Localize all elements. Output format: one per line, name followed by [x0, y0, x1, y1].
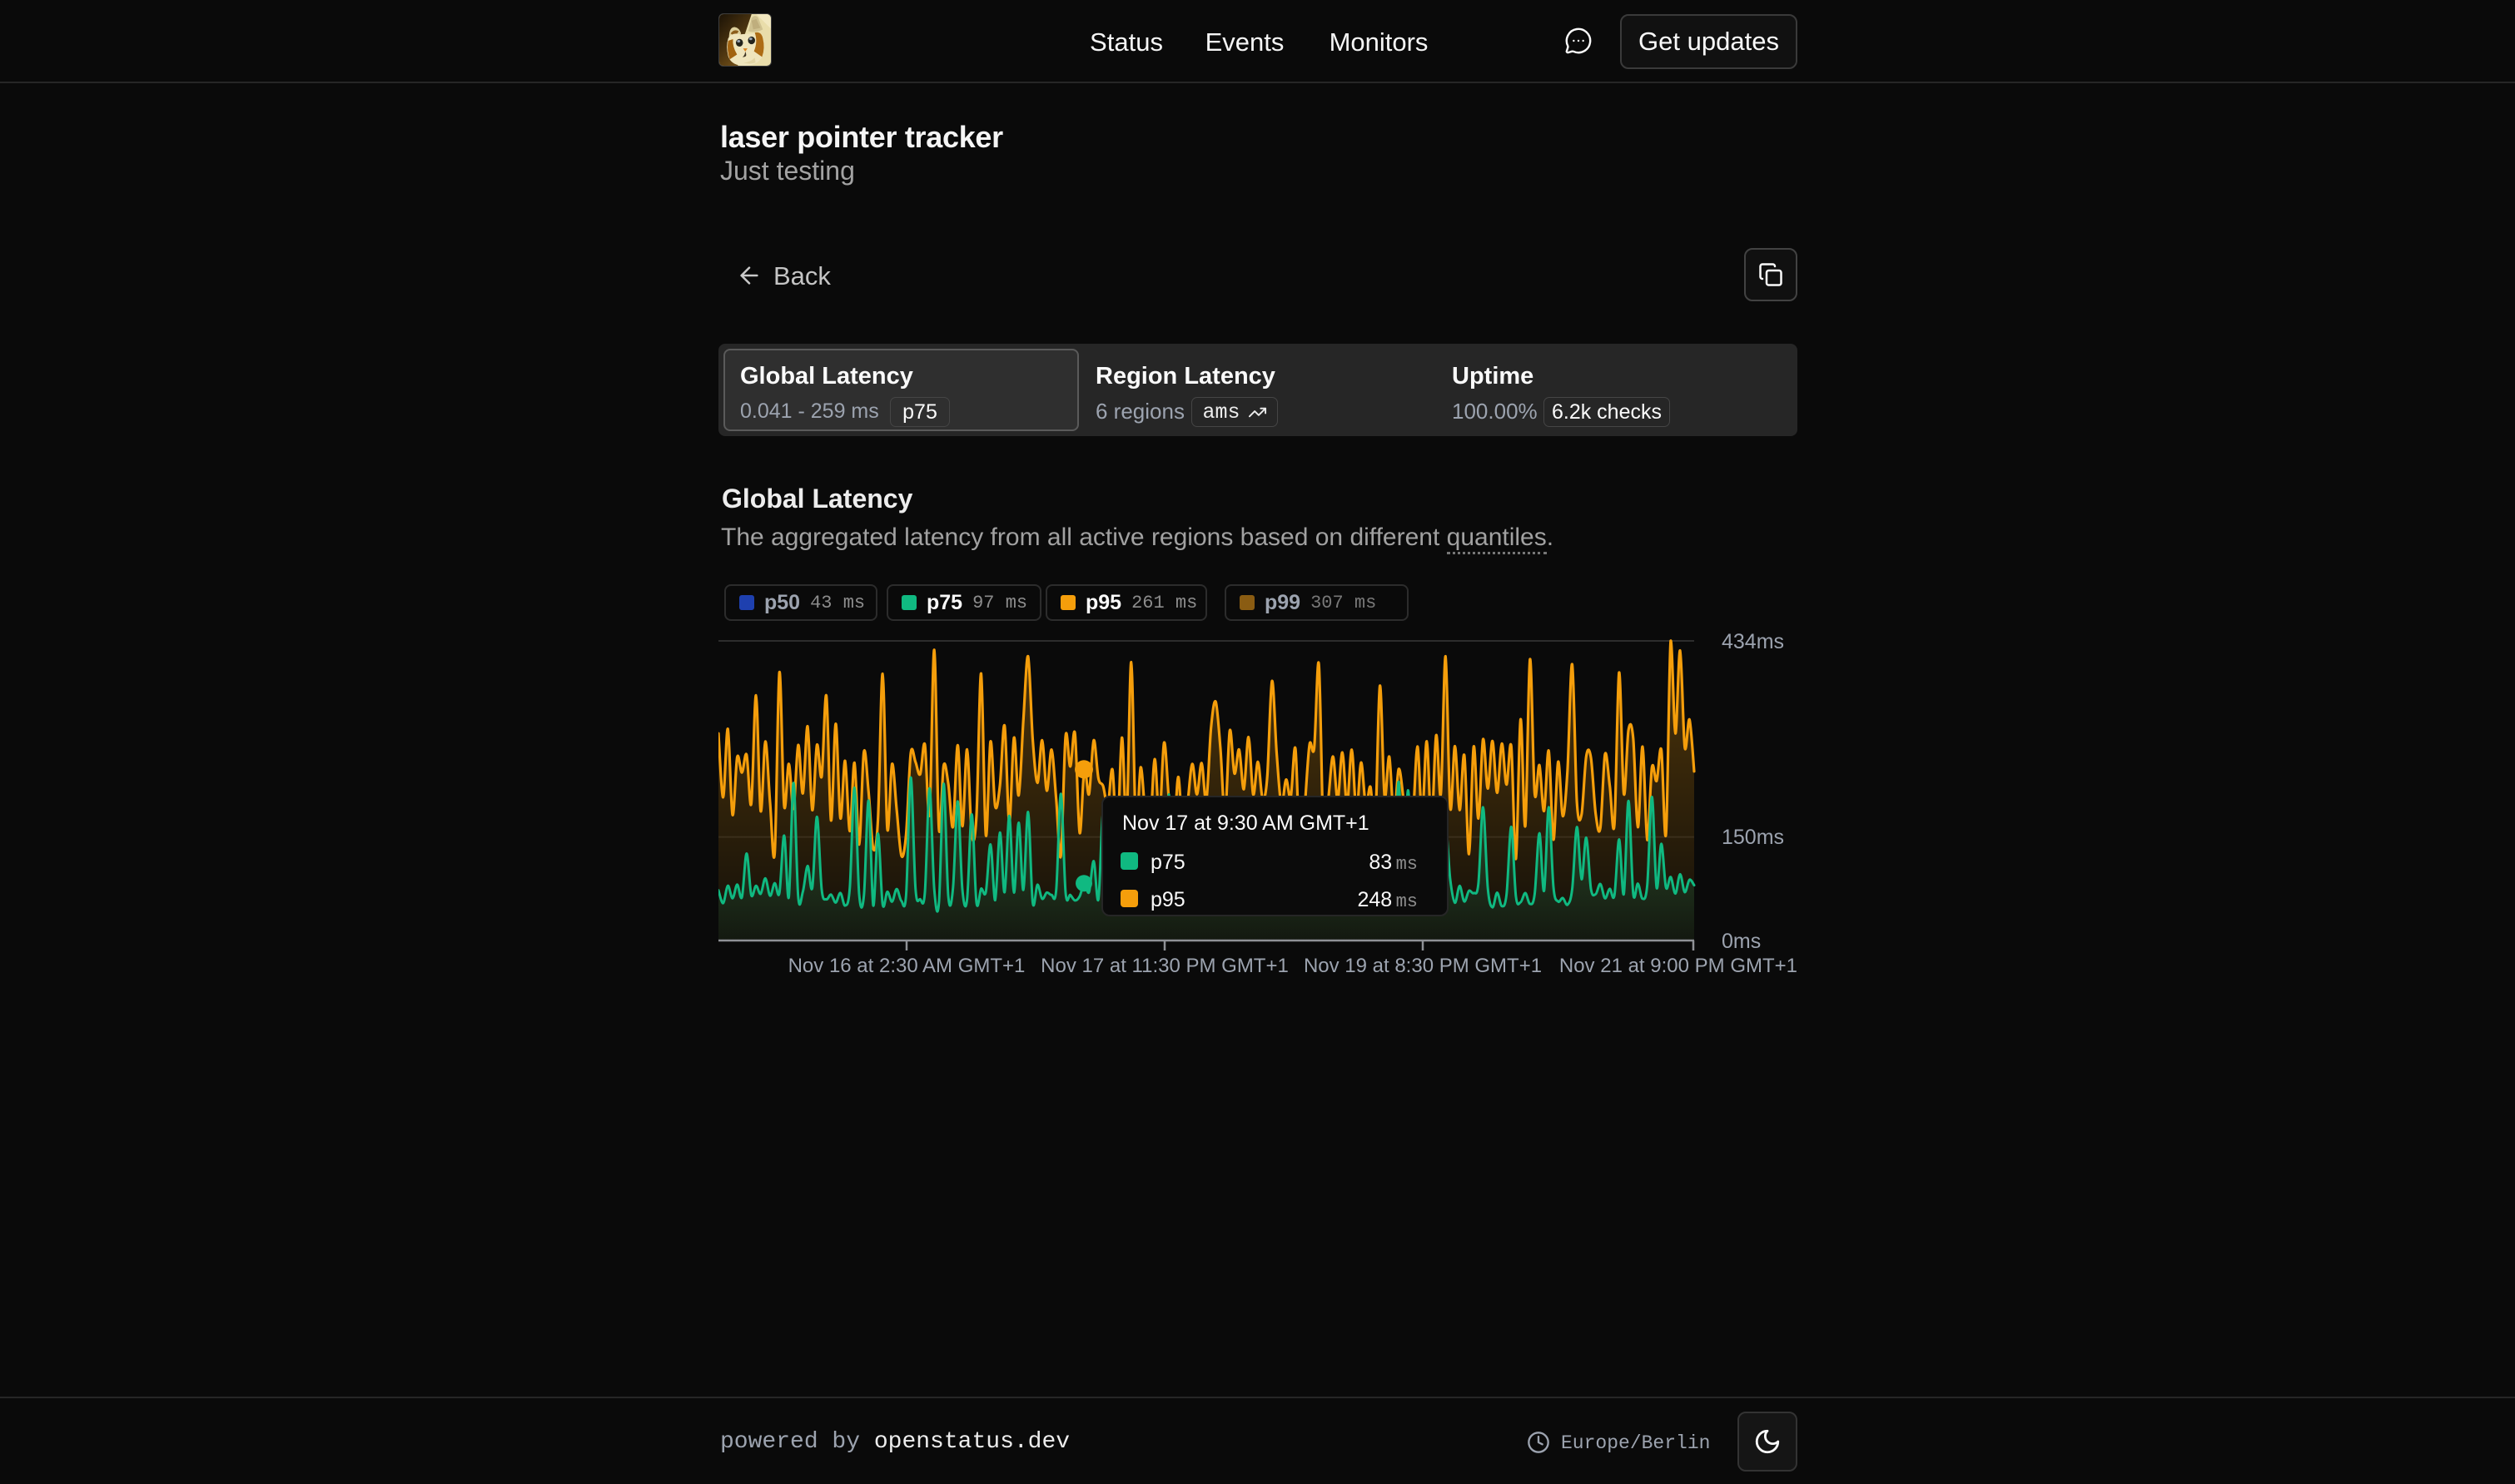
svg-text:Nov 17 at 11:30 PM GMT+1: Nov 17 at 11:30 PM GMT+1 — [1041, 955, 1289, 977]
svg-text:150ms: 150ms — [1722, 826, 1784, 849]
svg-text:0ms: 0ms — [1722, 930, 1761, 953]
svg-text:Nov 19 at 8:30 PM GMT+1: Nov 19 at 8:30 PM GMT+1 — [1304, 955, 1542, 977]
svg-text:Nov 21 at 9:00 PM GMT+1: Nov 21 at 9:00 PM GMT+1 — [1559, 955, 1797, 977]
svg-text:434ms: 434ms — [1722, 630, 1784, 653]
svg-text:Nov 16 at 2:30 AM GMT+1: Nov 16 at 2:30 AM GMT+1 — [788, 955, 1026, 977]
